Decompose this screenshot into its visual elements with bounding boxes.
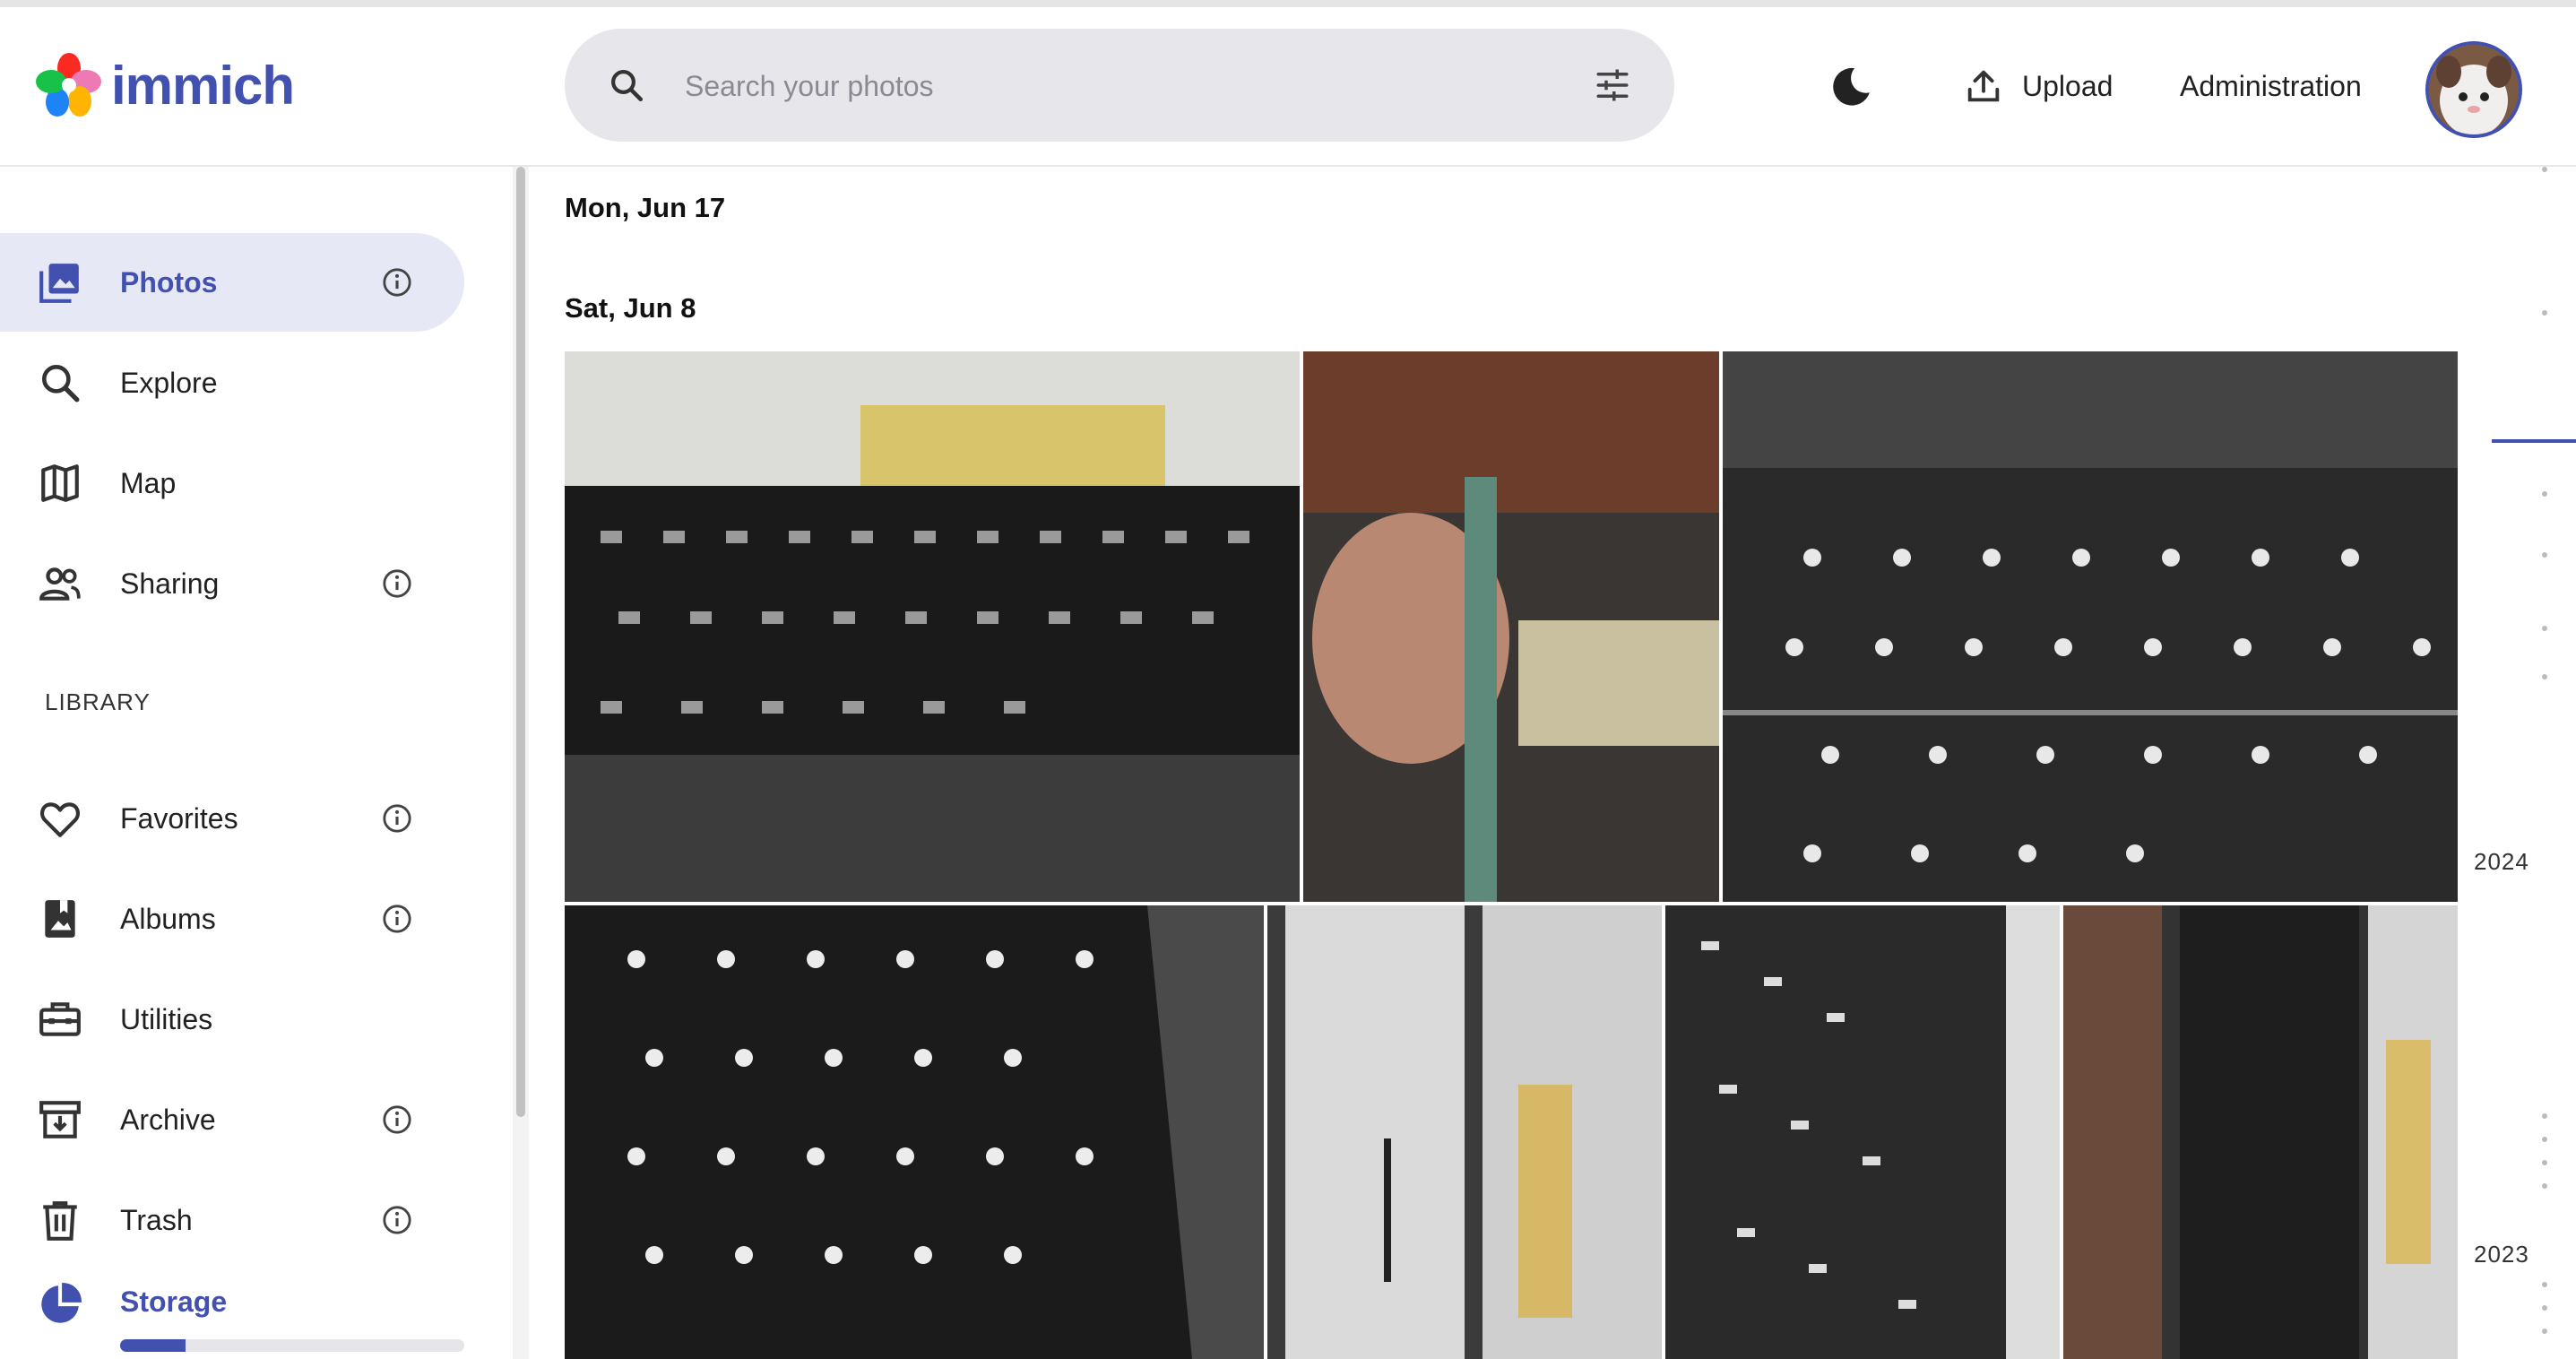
app-name: immich	[111, 55, 295, 116]
heart-icon	[40, 802, 80, 837]
sidebar-item-favorites[interactable]: Favorites	[0, 769, 464, 868]
scrubber-dot	[2542, 1329, 2547, 1334]
search-input[interactable]	[683, 52, 1493, 120]
sidebar-item-label: Sharing	[120, 567, 220, 600]
sidebar-item-label: Albums	[120, 903, 216, 935]
scrubber-dot	[2542, 491, 2547, 497]
map-icon	[41, 464, 79, 502]
sidebar-item-utilities[interactable]: Utilities	[0, 970, 464, 1069]
sidebar-item-label: Favorites	[120, 802, 238, 835]
timeline-scrubber[interactable]	[2474, 167, 2576, 1359]
top-navbar: immich Upload Administration	[0, 7, 2576, 167]
archive-icon	[39, 1101, 81, 1138]
scrubber-dot	[2542, 1282, 2547, 1287]
sidebar-item-albums[interactable]: Albums	[0, 870, 464, 968]
storage-usage-bar	[120, 1339, 464, 1352]
immich-logo[interactable]: immich	[36, 52, 295, 118]
scrubber-dot	[2542, 310, 2547, 316]
search-filter-icon[interactable]	[1594, 66, 1631, 104]
dark-mode-moon-icon[interactable]	[1828, 65, 1873, 109]
date-group-title[interactable]: Mon, Jun 17	[565, 192, 725, 224]
immich-logo-icon	[36, 52, 102, 118]
explore-icon	[42, 365, 80, 403]
scrubber-dot	[2542, 1183, 2547, 1189]
sidebar-item-archive[interactable]: Archive	[0, 1070, 464, 1169]
storage-usage-fill	[120, 1339, 186, 1352]
info-icon[interactable]	[382, 568, 412, 599]
scrubber-dot	[2542, 1160, 2547, 1165]
scrubber-dot	[2542, 552, 2547, 558]
sidebar-item-map[interactable]: Map	[0, 434, 464, 532]
upload-button[interactable]: Upload	[1954, 57, 2122, 115]
scrubber-position-indicator	[2492, 439, 2576, 443]
upload-icon	[1967, 70, 2000, 102]
sidebar-item-sharing[interactable]: Sharing	[0, 534, 464, 633]
photo-thumbnail[interactable]	[1665, 905, 2060, 1359]
sidebar-item-label: Map	[120, 467, 177, 499]
info-icon[interactable]	[382, 1104, 412, 1135]
photo-thumbnail[interactable]	[565, 905, 1264, 1359]
info-icon[interactable]	[382, 803, 412, 834]
scrubber-dot	[2542, 626, 2547, 631]
library-section-title: LIBRARY	[45, 688, 151, 715]
scrubber-dot	[2542, 167, 2547, 172]
sidebar-item-explore[interactable]: Explore	[0, 333, 464, 432]
scrubber-dot	[2542, 674, 2547, 680]
user-avatar[interactable]	[2425, 41, 2522, 138]
albums-icon	[45, 900, 75, 938]
photo-thumbnail[interactable]	[1723, 351, 2458, 902]
sidebar-item-label: Utilities	[120, 1003, 213, 1035]
date-group-title[interactable]: Sat, Jun 8	[565, 292, 696, 325]
scrubber-year-label[interactable]: 2023	[2474, 1241, 2529, 1268]
scrubber-dot	[2542, 1137, 2547, 1142]
sidebar-item-label: Photos	[120, 266, 218, 299]
info-icon[interactable]	[382, 1205, 412, 1235]
storage-pie-icon	[41, 1283, 82, 1323]
sidebar-item-trash[interactable]: Trash	[0, 1171, 464, 1269]
photo-thumbnail[interactable]	[2063, 905, 2458, 1359]
administration-link[interactable]: Administration	[2171, 57, 2371, 115]
sharing-icon	[39, 567, 81, 601]
sidebar-item-label: Trash	[120, 1204, 193, 1236]
sidebar: Photos Explore Map Sharing LIBRARY Favor…	[0, 167, 502, 1359]
photo-thumbnail[interactable]	[1267, 905, 1662, 1359]
photos-icon	[39, 264, 79, 303]
trash-icon	[43, 1201, 77, 1241]
info-icon[interactable]	[382, 267, 412, 298]
photo-thumbnail[interactable]	[1303, 351, 1719, 902]
scrubber-year-label[interactable]: 2024	[2474, 848, 2529, 876]
search-icon[interactable]	[608, 66, 645, 104]
sidebar-scrollbar-thumb[interactable]	[516, 167, 525, 1117]
scrubber-dot	[2542, 1305, 2547, 1311]
sidebar-item-label: Archive	[120, 1104, 216, 1136]
storage-label[interactable]: Storage	[120, 1285, 227, 1319]
sidebar-item-label: Explore	[120, 367, 218, 399]
scrubber-dot	[2542, 1113, 2547, 1119]
info-icon[interactable]	[382, 904, 412, 934]
search-bar[interactable]	[565, 29, 1674, 142]
photo-thumbnail[interactable]	[565, 351, 1300, 902]
window-top-edge	[0, 0, 2576, 7]
sidebar-item-photos[interactable]: Photos	[0, 233, 464, 332]
upload-label: Upload	[2022, 69, 2114, 102]
utilities-icon	[39, 1002, 81, 1036]
